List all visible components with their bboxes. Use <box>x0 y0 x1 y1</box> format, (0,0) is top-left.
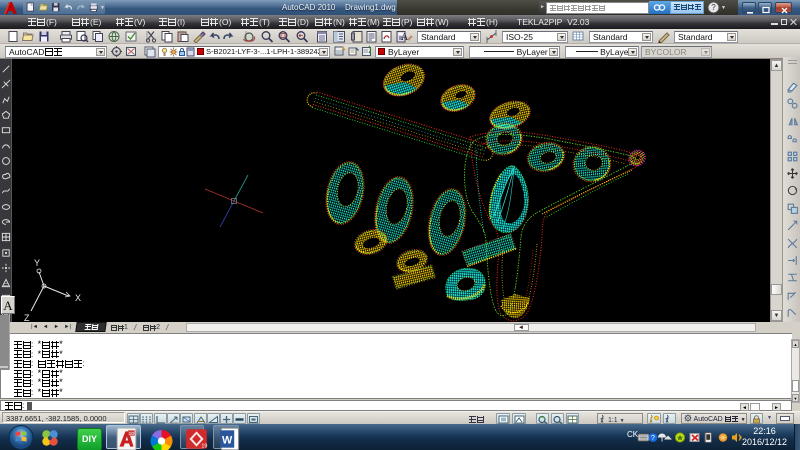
svg-text:10: 10 <box>129 431 135 437</box>
svg-text:?: ? <box>711 3 716 12</box>
svg-text:19: 19 <box>201 444 207 450</box>
svg-text:?: ? <box>651 435 655 442</box>
svg-text:A: A <box>401 32 409 43</box>
svg-text:Z: Z <box>24 313 30 322</box>
svg-text:W: W <box>222 434 233 446</box>
svg-text:X: X <box>75 293 81 303</box>
svg-text:Y: Y <box>34 258 40 268</box>
